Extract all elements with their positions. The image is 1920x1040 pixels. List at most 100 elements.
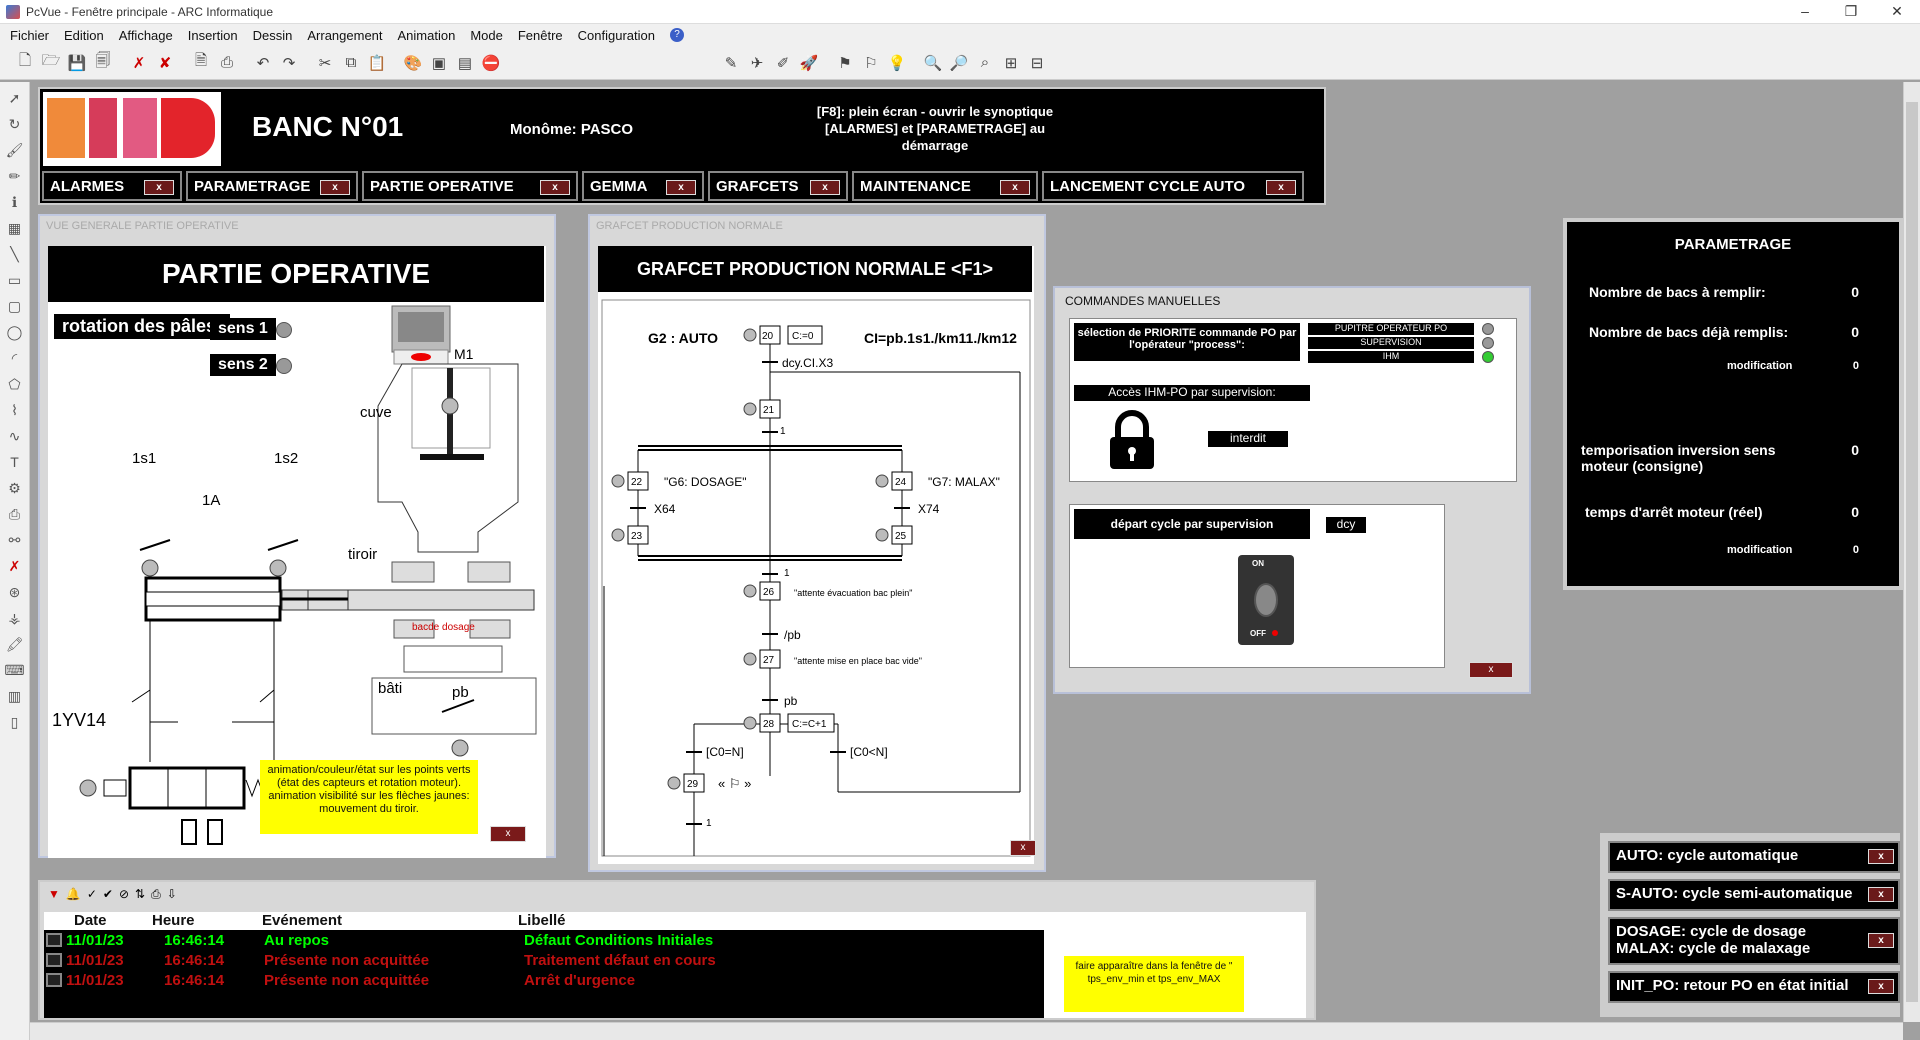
zoom-menu-icon[interactable]: ⊟ xyxy=(1026,52,1048,74)
globe-icon[interactable]: ⊛ xyxy=(4,582,26,602)
nav-alarmes[interactable]: ALARMES x xyxy=(42,171,182,201)
col-date[interactable]: Date xyxy=(44,912,142,930)
option-pupitre[interactable]: PUPITRE OPERATEUR PO xyxy=(1308,323,1474,335)
export-icon[interactable]: ⇩ xyxy=(167,887,177,901)
menu-fichier[interactable]: Fichier xyxy=(10,28,49,43)
help-icon[interactable]: ? xyxy=(670,28,684,42)
restore-button[interactable]: ❐ xyxy=(1828,0,1874,24)
open-icon[interactable]: 🗁 xyxy=(40,52,62,74)
menu-dessin[interactable]: Dessin xyxy=(253,28,293,43)
mode-init-po-button[interactable]: INIT_PO: retour PO en état initial x xyxy=(1608,971,1900,1003)
mode-dosage-malax-button[interactable]: DOSAGE: cycle de dosage MALAX: cycle de m… xyxy=(1608,917,1900,965)
ack-all-icon[interactable]: ✔ xyxy=(103,887,113,901)
redo-icon[interactable]: ↷ xyxy=(278,52,300,74)
save-icon[interactable]: 💾 xyxy=(66,52,88,74)
minimize-button[interactable]: – xyxy=(1782,0,1828,24)
nav-grafcets[interactable]: GRAFCETS x xyxy=(708,171,848,201)
zoom-out-icon[interactable]: 🔎 xyxy=(948,52,970,74)
print-preview-icon[interactable]: 🗎 xyxy=(190,52,212,74)
param-bacs-a-remplir-value[interactable]: 0 xyxy=(1851,284,1859,300)
polyline-icon[interactable]: ⌇ xyxy=(4,400,26,420)
table-row[interactable]: 11/01/23 16:46:14 Présente non acquittée… xyxy=(44,970,1044,990)
line-icon[interactable]: ╲ xyxy=(4,244,26,264)
nav-maintenance[interactable]: MAINTENANCE x xyxy=(852,171,1038,201)
curve-icon[interactable]: ∿ xyxy=(4,426,26,446)
pencil-icon[interactable]: ✎ xyxy=(720,52,742,74)
col-libelle[interactable]: Libellé xyxy=(498,912,798,930)
param-tempo-value[interactable]: 0 xyxy=(1851,442,1859,458)
mask-icon[interactable]: ⊘ xyxy=(119,887,129,901)
menu-edition[interactable]: Edition xyxy=(64,28,104,43)
palette-icon[interactable]: 🎨 xyxy=(402,52,424,74)
info-icon[interactable]: ℹ xyxy=(4,192,26,212)
row-checkbox[interactable] xyxy=(46,933,62,947)
menu-affichage[interactable]: Affichage xyxy=(119,28,173,43)
option-supervision[interactable]: SUPERVISION xyxy=(1308,337,1474,349)
menu-configuration[interactable]: Configuration xyxy=(578,28,655,43)
undo-icon[interactable]: ↶ xyxy=(252,52,274,74)
grafcet-close-button[interactable]: x xyxy=(1010,840,1036,856)
text-icon[interactable]: T xyxy=(4,452,26,472)
close-icon[interactable]: x xyxy=(320,180,350,195)
polygon-icon[interactable]: ⬠ xyxy=(4,374,26,394)
nav-parametrage[interactable]: PARAMETRAGE x xyxy=(186,171,358,201)
row-checkbox[interactable] xyxy=(46,973,62,987)
close-icon[interactable]: x xyxy=(666,180,696,195)
rocket-icon[interactable]: 🚀 xyxy=(798,52,820,74)
close-icon[interactable]: x xyxy=(144,180,174,195)
col-heure[interactable]: Heure xyxy=(142,912,242,930)
round-rect-icon[interactable]: ▢ xyxy=(4,296,26,316)
stop-icon[interactable]: ⛔ xyxy=(480,52,502,74)
nav-lancement-cycle-auto[interactable]: LANCEMENT CYCLE AUTO x xyxy=(1042,171,1304,201)
bulb-icon[interactable]: 💡 xyxy=(886,52,908,74)
nav-partie-operative[interactable]: PARTIE OPERATIVE x xyxy=(362,171,578,201)
menu-mode[interactable]: Mode xyxy=(470,28,503,43)
print-icon[interactable]: ⎙ xyxy=(151,887,161,902)
rotate-icon[interactable]: ↻ xyxy=(4,114,26,134)
pointer-icon[interactable]: ➚ xyxy=(4,88,26,108)
nav-gemma[interactable]: GEMMA x xyxy=(582,171,704,201)
close-icon[interactable]: x xyxy=(540,180,570,195)
option-ihm[interactable]: IHM xyxy=(1308,351,1474,363)
close-icon[interactable]: x xyxy=(1868,933,1894,948)
link-icon[interactable]: ⚯ xyxy=(4,530,26,550)
symbol-icon[interactable]: ⚙ xyxy=(4,478,26,498)
pen-icon[interactable]: ✏ xyxy=(4,166,26,186)
close-doc-icon[interactable]: ✗ xyxy=(128,52,150,74)
bell-icon[interactable]: 🔔 xyxy=(66,887,81,901)
flag-alt-icon[interactable]: ⚐ xyxy=(860,52,882,74)
menu-arrangement[interactable]: Arrangement xyxy=(307,28,382,43)
grid-icon[interactable]: ▦ xyxy=(4,218,26,238)
close-icon[interactable]: x xyxy=(1868,887,1894,902)
run-mode-icon[interactable]: ✈ xyxy=(746,52,768,74)
ack-icon[interactable]: ✓ xyxy=(87,887,97,901)
network-icon[interactable]: ⚶ xyxy=(4,608,26,628)
zoom-fit-icon[interactable]: ⌕ xyxy=(974,52,996,74)
zoom-window-icon[interactable]: ⊞ xyxy=(1000,52,1022,74)
mode-auto-button[interactable]: AUTO: cycle automatique x xyxy=(1608,841,1900,873)
printer-icon[interactable]: ⎙ xyxy=(4,504,26,524)
save-all-icon[interactable]: 🗐 xyxy=(92,52,114,74)
po-close-button[interactable]: x xyxy=(490,826,526,842)
doc-icon[interactable]: ▯ xyxy=(4,712,26,732)
menu-fenetre[interactable]: Fenêtre xyxy=(518,28,563,43)
vertical-scrollbar[interactable] xyxy=(1903,82,1920,1022)
menu-insertion[interactable]: Insertion xyxy=(188,28,238,43)
cm-close-button[interactable]: x xyxy=(1469,662,1513,678)
table-row[interactable]: 11/01/23 16:46:14 Présente non acquittée… xyxy=(44,950,1044,970)
table-row[interactable]: 11/01/23 16:46:14 Au repos Défaut Condit… xyxy=(44,930,1044,950)
close-icon[interactable]: x xyxy=(1266,180,1296,195)
brush-icon[interactable]: 🖌 xyxy=(4,140,26,160)
param-modification-2[interactable]: modification xyxy=(1727,544,1792,556)
menu-animation[interactable]: Animation xyxy=(398,28,456,43)
close-icon[interactable]: x xyxy=(1000,180,1030,195)
row-checkbox[interactable] xyxy=(46,953,62,967)
sort-icon[interactable]: ⇅ xyxy=(135,887,145,901)
arc-icon[interactable]: ◜ xyxy=(4,348,26,368)
form-icon[interactable]: ▥ xyxy=(4,686,26,706)
delete-icon[interactable]: ✘ xyxy=(154,52,176,74)
close-button[interactable]: ✕ xyxy=(1874,0,1920,24)
param-modification-1[interactable]: modification xyxy=(1727,360,1792,372)
cut-icon[interactable]: ✂ xyxy=(314,52,336,74)
keyboard-icon[interactable]: ⌨ xyxy=(4,660,26,680)
